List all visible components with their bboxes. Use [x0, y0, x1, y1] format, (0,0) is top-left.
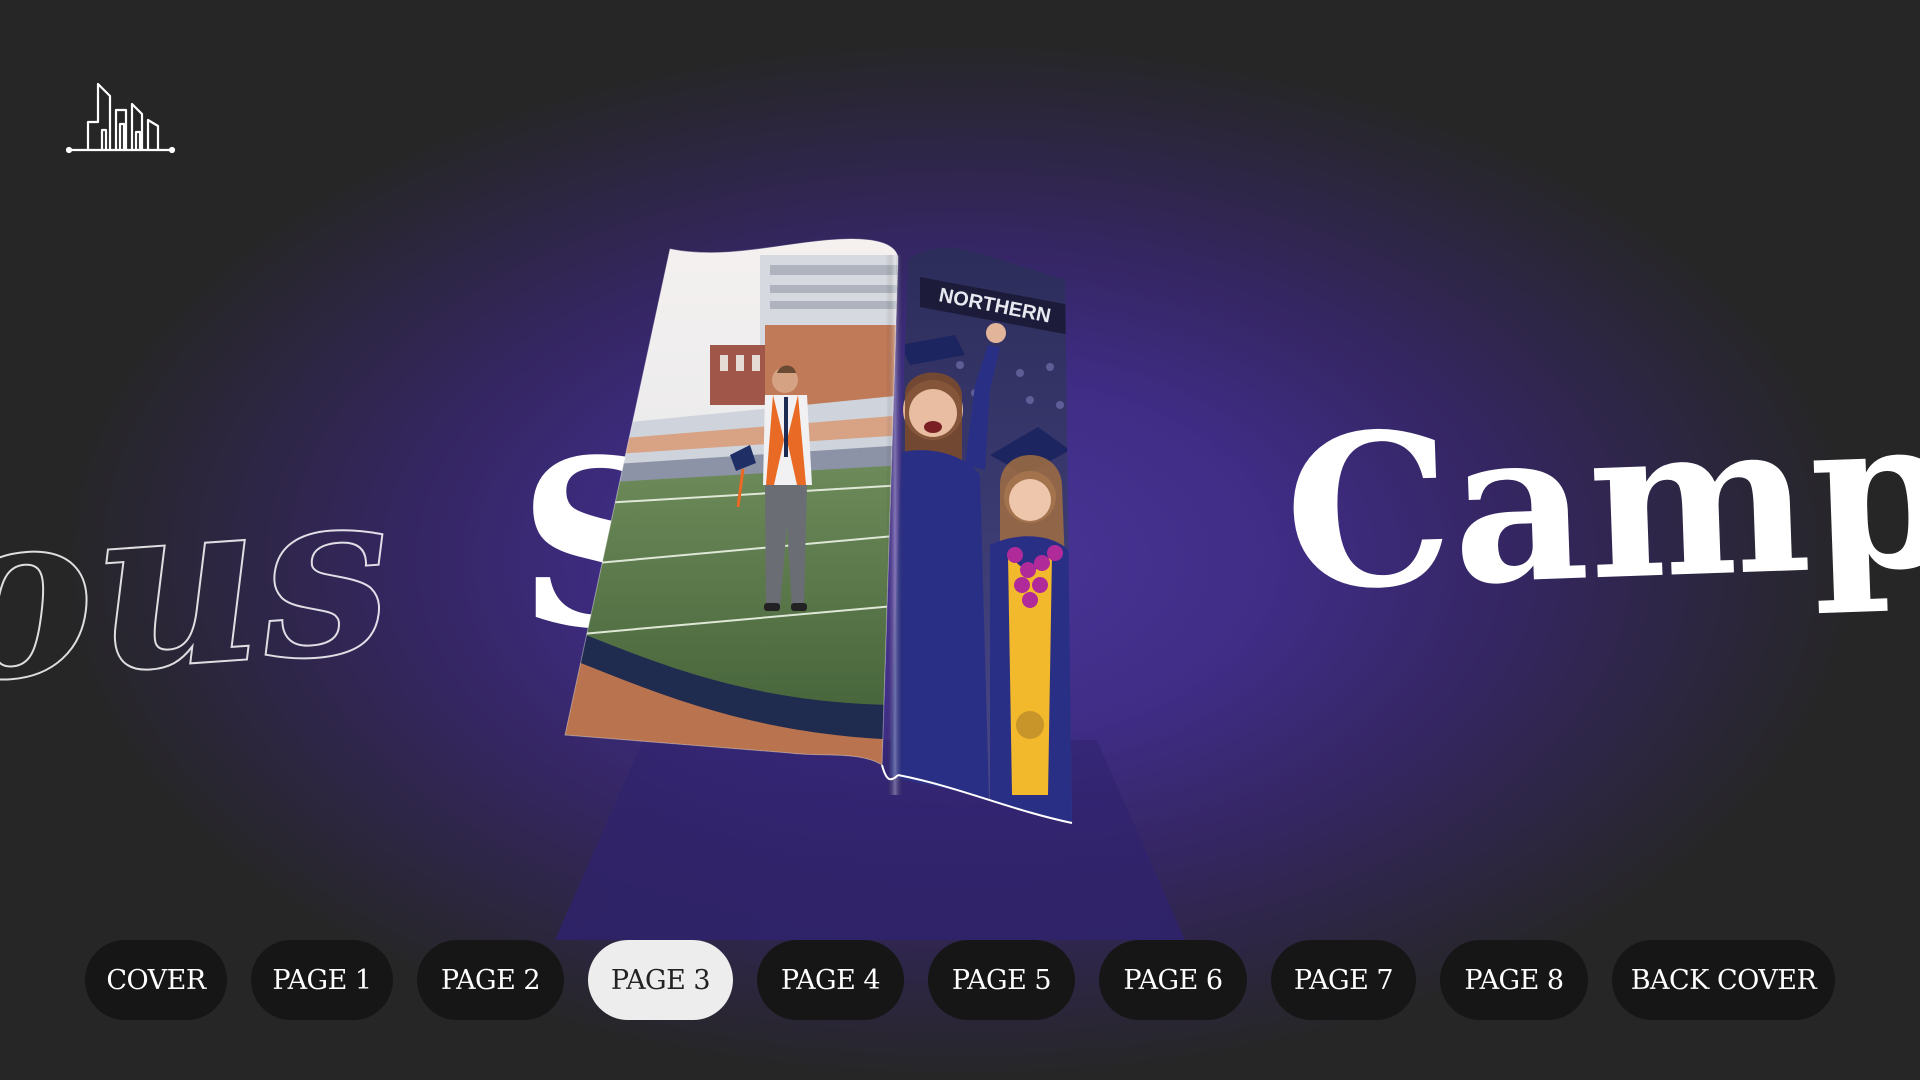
nav-page-5-button[interactable]: PAGE 5 — [928, 940, 1075, 1020]
nav-page-2-button[interactable]: PAGE 2 — [417, 940, 564, 1020]
nav-page-3-button[interactable]: PAGE 3 — [588, 940, 733, 1020]
stage: ous S Camp NORTHERN COVER PAGE 1 PAGE 2 … — [0, 0, 1920, 1080]
nav-page-1-button[interactable]: PAGE 1 — [251, 940, 393, 1020]
hero-word-campus: Camp — [1280, 367, 1920, 638]
left-page-photo — [565, 239, 898, 765]
city-skyline-logo-icon[interactable] — [66, 80, 176, 156]
open-magazine[interactable]: NORTHERN — [560, 235, 1300, 835]
right-page-photo: NORTHERN — [890, 247, 1072, 823]
hero-outline-word: ous — [0, 434, 400, 737]
nav-page-7-button[interactable]: PAGE 7 — [1271, 940, 1416, 1020]
page-navigation: COVER PAGE 1 PAGE 2 PAGE 3 PAGE 4 PAGE 5… — [0, 940, 1920, 1020]
nav-back-cover-button[interactable]: BACK COVER — [1612, 940, 1835, 1020]
nav-page-8-button[interactable]: PAGE 8 — [1440, 940, 1588, 1020]
nav-page-4-button[interactable]: PAGE 4 — [757, 940, 904, 1020]
nav-page-6-button[interactable]: PAGE 6 — [1099, 940, 1247, 1020]
nav-cover-button[interactable]: COVER — [85, 940, 227, 1020]
